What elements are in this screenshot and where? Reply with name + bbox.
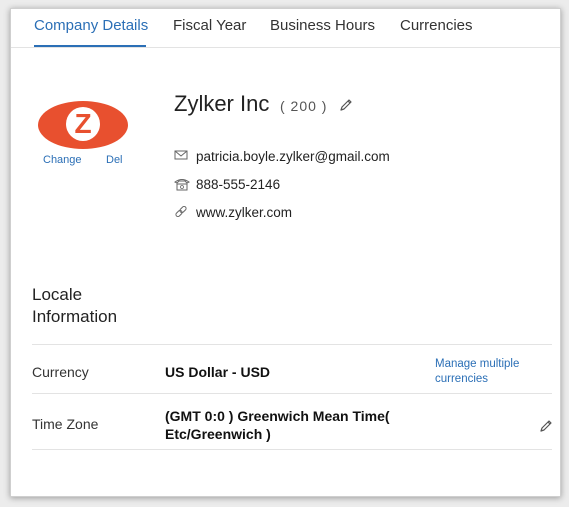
divider	[32, 344, 552, 345]
company-employee-count: ( 200 )	[280, 98, 328, 114]
company-email: patricia.boyle.zylker@gmail.com	[196, 148, 390, 164]
tab-business-hours[interactable]: Business Hours	[270, 17, 375, 34]
manage-currencies-link[interactable]: Manage multiple currencies	[435, 357, 545, 387]
envelope-icon	[174, 149, 190, 163]
locale-section-title: Locale Information	[32, 285, 118, 326]
contact-phone-row: 888-555-2146	[174, 176, 280, 192]
settings-panel: Company Details Fiscal Year Business Hou…	[10, 8, 561, 497]
tab-fiscal-year[interactable]: Fiscal Year	[173, 17, 246, 34]
active-tab-indicator	[34, 45, 146, 47]
edit-timezone-pencil-icon[interactable]	[539, 419, 553, 438]
link-icon	[174, 205, 190, 219]
delete-logo-link[interactable]: Del	[106, 154, 123, 166]
tab-currencies[interactable]: Currencies	[400, 17, 473, 34]
telephone-icon	[174, 177, 190, 191]
edit-company-pencil-icon[interactable]	[339, 98, 353, 117]
timezone-value: (GMT 0:0 ) Greenwich Mean Time( Etc/Gree…	[165, 408, 390, 442]
tab-bar: Company Details Fiscal Year Business Hou…	[11, 9, 560, 48]
currency-label: Currency	[32, 364, 89, 380]
currency-value: US Dollar - USD	[165, 364, 271, 380]
timezone-label: Time Zone	[32, 416, 99, 432]
company-phone: 888-555-2146	[196, 176, 281, 192]
logo-letter: Z	[66, 107, 100, 141]
tab-company-details[interactable]: Company Details	[34, 17, 148, 34]
company-website[interactable]: www.zylker.com	[196, 205, 292, 220]
contact-email-row: patricia.boyle.zylker@gmail.com	[174, 148, 390, 164]
company-logo: Z	[38, 101, 128, 149]
company-name: Zylker Inc	[174, 91, 270, 116]
divider	[32, 393, 552, 394]
change-logo-link[interactable]: Change	[43, 154, 82, 166]
contact-website-row: www.zylker.com	[174, 204, 292, 220]
divider	[32, 449, 552, 450]
